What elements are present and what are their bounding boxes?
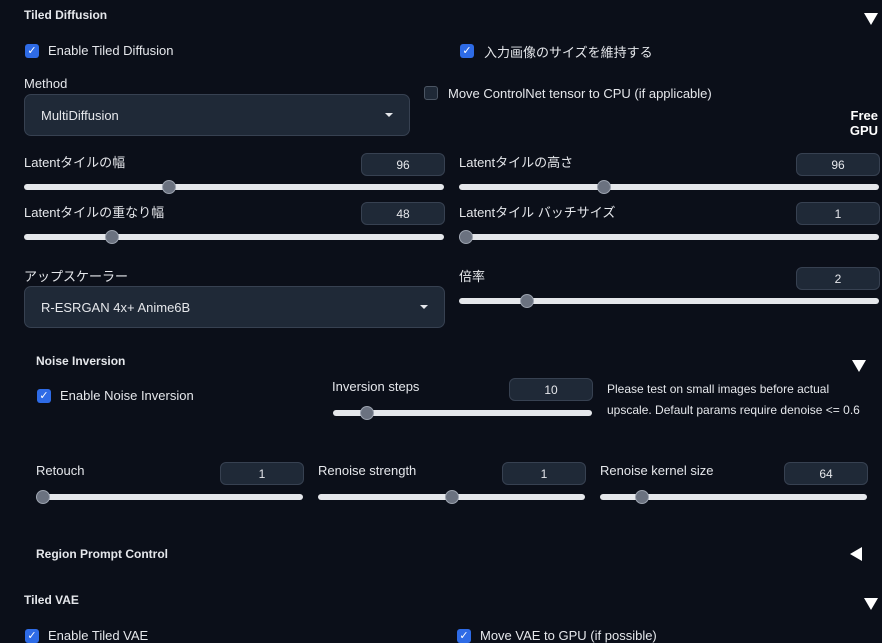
renoise-kernel-label: Renoise kernel size	[600, 463, 714, 478]
scale-input[interactable]: 2	[796, 267, 880, 290]
renoise-kernel-slider[interactable]	[600, 490, 867, 504]
tile-width-input[interactable]: 96	[361, 153, 445, 176]
slider-track	[36, 494, 303, 500]
tile-width-label: Latentタイルの幅	[24, 155, 126, 170]
method-dropdown-value: MultiDiffusion	[41, 107, 119, 123]
slider-thumb[interactable]	[519, 294, 534, 308]
tile-overlap-label: Latentタイルの重なり幅	[24, 205, 165, 220]
scale-label: 倍率	[459, 269, 486, 284]
collapse-triangle-icon[interactable]	[852, 360, 866, 372]
slider-track	[24, 234, 444, 240]
dropdown-caret-icon	[385, 113, 393, 117]
upscaler-dropdown-value: R-ESRGAN 4x+ Anime6B	[41, 299, 191, 315]
enable-noise-inversion-label[interactable]: Enable Noise Inversion	[60, 388, 194, 403]
tile-overlap-input[interactable]: 48	[361, 202, 445, 225]
dropdown-caret-icon	[420, 305, 428, 309]
noise-inversion-title[interactable]: Noise Inversion	[36, 354, 125, 368]
collapse-triangle-icon[interactable]	[864, 13, 878, 25]
slider-track	[459, 234, 879, 240]
tile-overlap-slider[interactable]	[24, 230, 444, 244]
retouch-slider[interactable]	[36, 490, 303, 504]
slider-thumb[interactable]	[359, 406, 374, 420]
slider-thumb[interactable]	[635, 490, 650, 504]
inversion-steps-slider[interactable]	[333, 406, 592, 420]
renoise-strength-input[interactable]: 1	[502, 462, 586, 485]
slider-track	[459, 184, 879, 190]
free-gpu-line2: GPU	[849, 123, 878, 138]
renoise-strength-slider[interactable]	[318, 490, 585, 504]
noise-inversion-note: Please test on small images before actua…	[607, 382, 860, 417]
tile-height-slider[interactable]	[459, 180, 879, 194]
retouch-label: Retouch	[36, 463, 85, 478]
slider-thumb[interactable]	[444, 490, 459, 504]
move-controlnet-checkbox[interactable]	[424, 86, 438, 100]
batch-size-slider[interactable]	[459, 230, 879, 244]
upscaler-label: アップスケーラー	[24, 269, 129, 284]
tile-width-slider[interactable]	[24, 180, 444, 194]
slider-thumb[interactable]	[162, 180, 177, 194]
batch-size-input[interactable]: 1	[796, 202, 880, 225]
tile-height-input[interactable]: 96	[796, 153, 880, 176]
keep-input-size-label[interactable]: 入力画像のサイズを維持する	[484, 42, 653, 61]
inversion-steps-label: Inversion steps	[332, 379, 420, 394]
slider-thumb[interactable]	[105, 230, 120, 244]
slider-thumb[interactable]	[597, 180, 612, 194]
method-dropdown[interactable]: MultiDiffusion	[24, 94, 410, 136]
enable-tiled-diffusion-checkbox[interactable]: ✓	[25, 44, 39, 58]
free-gpu-button[interactable]: Free GPU	[820, 108, 878, 138]
enable-noise-inversion-checkbox[interactable]: ✓	[37, 389, 51, 403]
move-controlnet-label[interactable]: Move ControlNet tensor to CPU (if applic…	[448, 86, 712, 101]
inversion-steps-input[interactable]: 10	[509, 378, 593, 401]
check-icon: ✓	[27, 44, 37, 57]
slider-thumb[interactable]	[459, 230, 473, 244]
free-gpu-line1: Free	[850, 108, 878, 123]
slider-thumb[interactable]	[36, 490, 50, 504]
scale-slider[interactable]	[459, 294, 879, 308]
check-icon: ✓	[39, 389, 49, 402]
renoise-kernel-input[interactable]: 64	[784, 462, 868, 485]
check-icon: ✓	[459, 629, 469, 642]
retouch-input[interactable]: 1	[220, 462, 304, 485]
batch-size-label: Latentタイル バッチサイズ	[459, 205, 616, 220]
renoise-strength-label: Renoise strength	[318, 463, 417, 478]
expand-triangle-icon[interactable]	[850, 547, 862, 561]
tiled-vae-title[interactable]: Tiled VAE	[24, 593, 79, 607]
enable-tiled-diffusion-label[interactable]: Enable Tiled Diffusion	[48, 43, 174, 58]
check-icon: ✓	[462, 44, 472, 57]
tiled-diffusion-title[interactable]: Tiled Diffusion	[24, 8, 107, 22]
upscaler-dropdown[interactable]: R-ESRGAN 4x+ Anime6B	[24, 286, 445, 328]
collapse-triangle-icon[interactable]	[864, 598, 878, 610]
region-prompt-title[interactable]: Region Prompt Control	[36, 547, 168, 561]
method-label: Method	[24, 76, 68, 91]
slider-track	[24, 184, 444, 190]
check-icon: ✓	[27, 629, 37, 642]
keep-input-size-checkbox[interactable]: ✓	[460, 44, 474, 58]
tile-height-label: Latentタイルの高さ	[459, 155, 574, 170]
